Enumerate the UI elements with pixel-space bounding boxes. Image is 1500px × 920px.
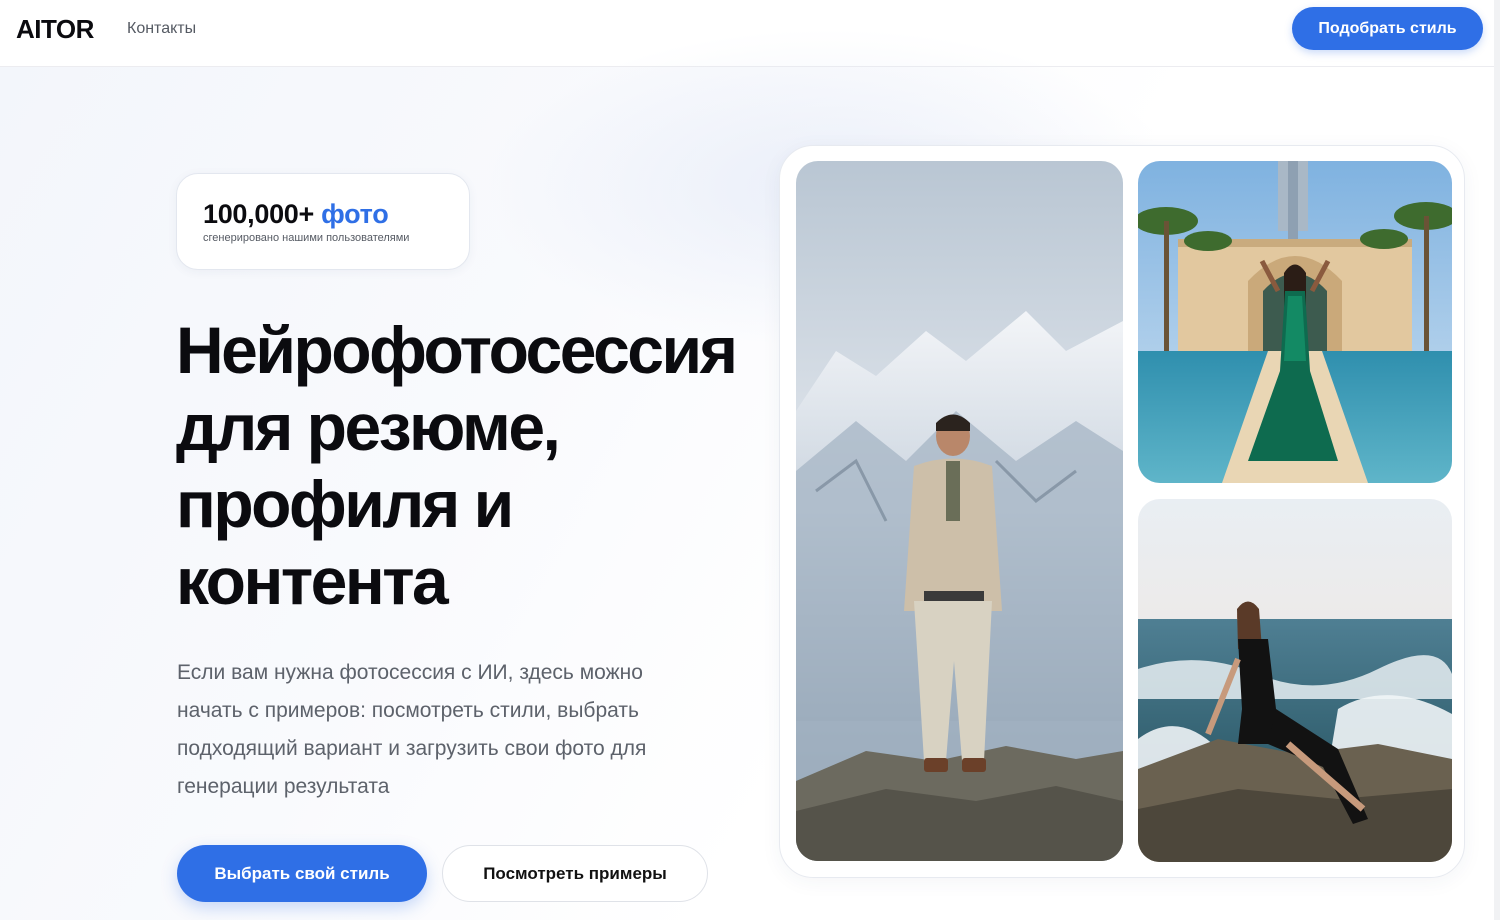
- scrollbar[interactable]: [1494, 0, 1500, 920]
- view-examples-button[interactable]: Посмотреть примеры: [442, 845, 708, 902]
- title-line: контента: [176, 544, 449, 618]
- title-line: для резюме,: [176, 390, 561, 464]
- photo-gallery: [779, 145, 1465, 878]
- title-line: профиля и: [176, 467, 514, 541]
- hero-description: Если вам нужна фотосессия с ИИ, здесь мо…: [177, 661, 647, 798]
- stats-caption: сгенерировано нашими пользователями: [203, 232, 410, 244]
- stats-number: 100,000+: [203, 199, 314, 229]
- stats-word: фото: [321, 199, 389, 229]
- stats-badge: 100,000+ фото сгенерировано нашими польз…: [176, 173, 470, 270]
- choose-style-button[interactable]: Выбрать свой стиль: [177, 845, 427, 902]
- title-line: Нейрофотосессия: [176, 313, 738, 387]
- woman-sea-rocks-photo[interactable]: [1138, 499, 1452, 862]
- pick-style-button[interactable]: Подобрать стиль: [1292, 7, 1483, 50]
- nav-link-contacts[interactable]: Контакты: [127, 20, 196, 38]
- logo[interactable]: AITOR: [16, 14, 94, 45]
- woman-palace-pool-photo[interactable]: [1138, 161, 1452, 483]
- stats-headline: 100,000+ фото: [203, 199, 389, 230]
- man-mountain-photo[interactable]: [796, 161, 1123, 861]
- hero-section: 100,000+ фото сгенерировано нашими польз…: [0, 27, 1500, 920]
- page-title: Нейрофотосессия для резюме, профиля и ко…: [176, 312, 776, 620]
